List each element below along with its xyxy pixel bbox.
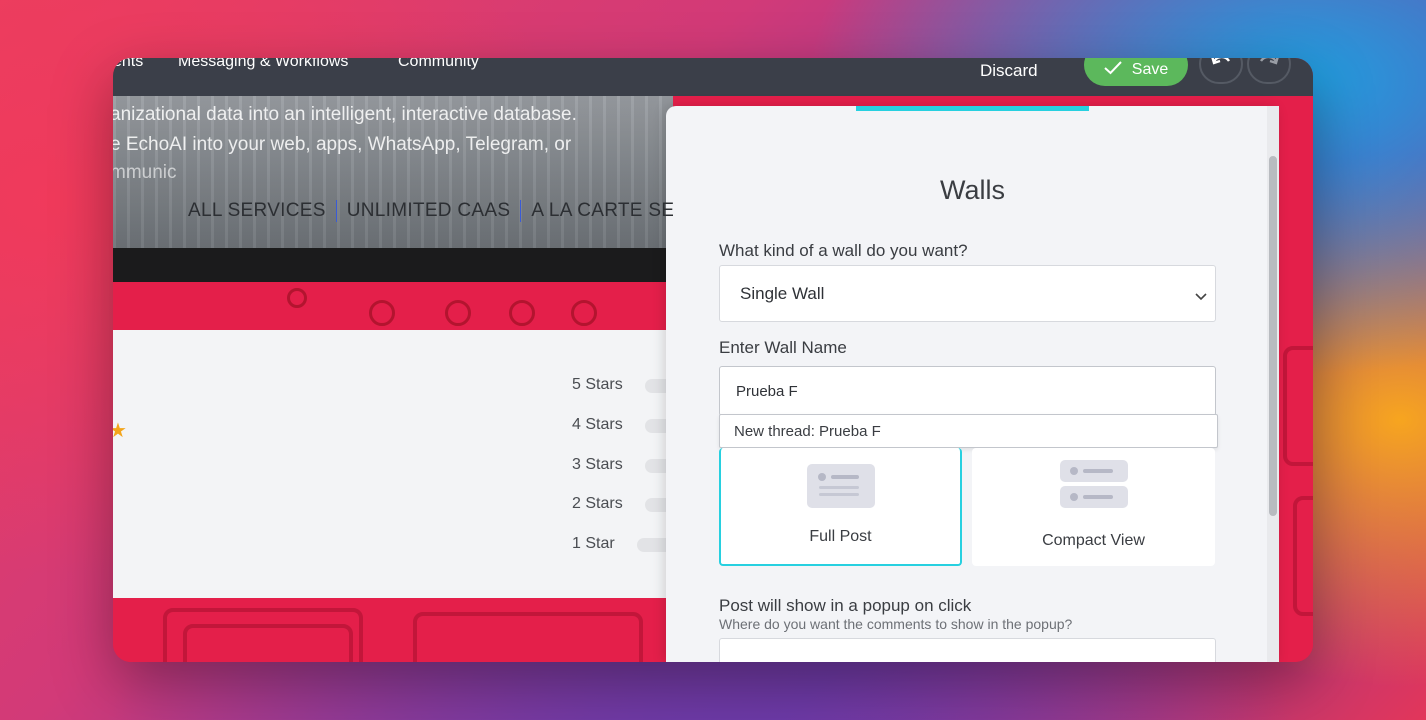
hero-dark-strip: [113, 248, 673, 282]
autocomplete-suggestion[interactable]: New thread: Prueba F: [719, 414, 1218, 448]
circuit-dot: [445, 300, 471, 326]
compact-view-icon: [1060, 460, 1128, 515]
full-post-icon: [807, 464, 875, 513]
nav-item-ents[interactable]: ents: [113, 58, 143, 96]
rating-row-4: 4 Stars: [572, 416, 623, 433]
star-icon: ★: [113, 420, 127, 442]
rating-row-3: 3 Stars: [572, 456, 623, 473]
redo-button[interactable]: [1247, 58, 1291, 84]
full-post-label: Full Post: [809, 528, 872, 545]
undo-button[interactable]: [1199, 58, 1243, 84]
popup-label: Post will show in a popup on click: [719, 596, 972, 615]
services-item-all[interactable]: ALL SERVICES: [188, 200, 326, 221]
circuit-line: [1283, 346, 1313, 466]
circuit-dot: [509, 300, 535, 326]
rating-row-5: 5 Stars: [572, 376, 623, 393]
check-icon: [1104, 60, 1122, 80]
chevron-down-icon: [1195, 286, 1207, 306]
circuit-line: [413, 612, 643, 662]
popup-comments-select[interactable]: [719, 638, 1216, 662]
panel-title: Walls: [940, 175, 1005, 205]
popup-sublabel: Where do you want the comments to show i…: [719, 616, 1073, 632]
editor-toolbar: ents Messaging & Workflows Community Dis…: [113, 58, 1313, 96]
rating-row-2: 2 Stars: [572, 495, 623, 512]
wall-name-label: Enter Wall Name: [719, 338, 847, 357]
decorative-red-band: [113, 282, 673, 330]
hero-text-line-2: e EchoAI into your web, apps, WhatsApp, …: [113, 134, 572, 155]
wall-type-value: Single Wall: [740, 283, 825, 303]
circuit-dot: [287, 288, 307, 308]
hero-text-line-1: anizational data into an intelligent, in…: [113, 104, 577, 125]
nav-item-messaging-workflows[interactable]: Messaging & Workflows: [178, 58, 348, 96]
decorative-circuit-footer: [113, 598, 673, 662]
app-window: ents Messaging & Workflows Community Dis…: [113, 58, 1313, 662]
separator: [335, 200, 337, 222]
services-item-carte[interactable]: A LA CARTE SERV: [531, 200, 673, 221]
wall-type-label: What kind of a wall do you want?: [719, 241, 968, 260]
circuit-line: [1293, 496, 1313, 616]
discard-button[interactable]: Discard: [980, 58, 1038, 90]
wall-type-select[interactable]: Single Wall: [719, 265, 1216, 322]
decorative-side-band: [1279, 96, 1313, 662]
save-label: Save: [1131, 61, 1169, 78]
hero-banner: anizational data into an intelligent, in…: [113, 96, 673, 248]
circuit-dot: [369, 300, 395, 326]
view-option-full-post[interactable]: Full Post: [719, 448, 962, 566]
circuit-line: [183, 624, 353, 662]
hero-text-line-3: mmunic: [113, 162, 177, 183]
wall-name-input[interactable]: [719, 366, 1216, 416]
view-option-compact[interactable]: Compact View: [972, 448, 1215, 566]
rating-summary: ★ 5 Stars 4 Stars 3 Stars 2 Stars 1 Star: [113, 330, 685, 598]
nav-item-community[interactable]: Community: [398, 58, 479, 96]
rating-row-1: 1 Star: [572, 535, 615, 552]
circuit-dot: [571, 300, 597, 326]
panel-accent-bar: [856, 106, 1089, 111]
panel-scrollbar-thumb[interactable]: [1269, 156, 1277, 516]
separator: [520, 200, 522, 222]
services-menu: ALL SERVICES UNLIMITED CAAS A LA CARTE SER…: [188, 200, 673, 222]
compact-view-label: Compact View: [1042, 532, 1145, 549]
redo-icon: [1258, 58, 1280, 76]
save-button[interactable]: Save: [1084, 58, 1188, 86]
undo-icon: [1210, 58, 1232, 76]
services-item-caas[interactable]: UNLIMITED CAAS: [347, 200, 511, 221]
walls-panel: Walls What kind of a wall do you want? S…: [666, 106, 1279, 662]
